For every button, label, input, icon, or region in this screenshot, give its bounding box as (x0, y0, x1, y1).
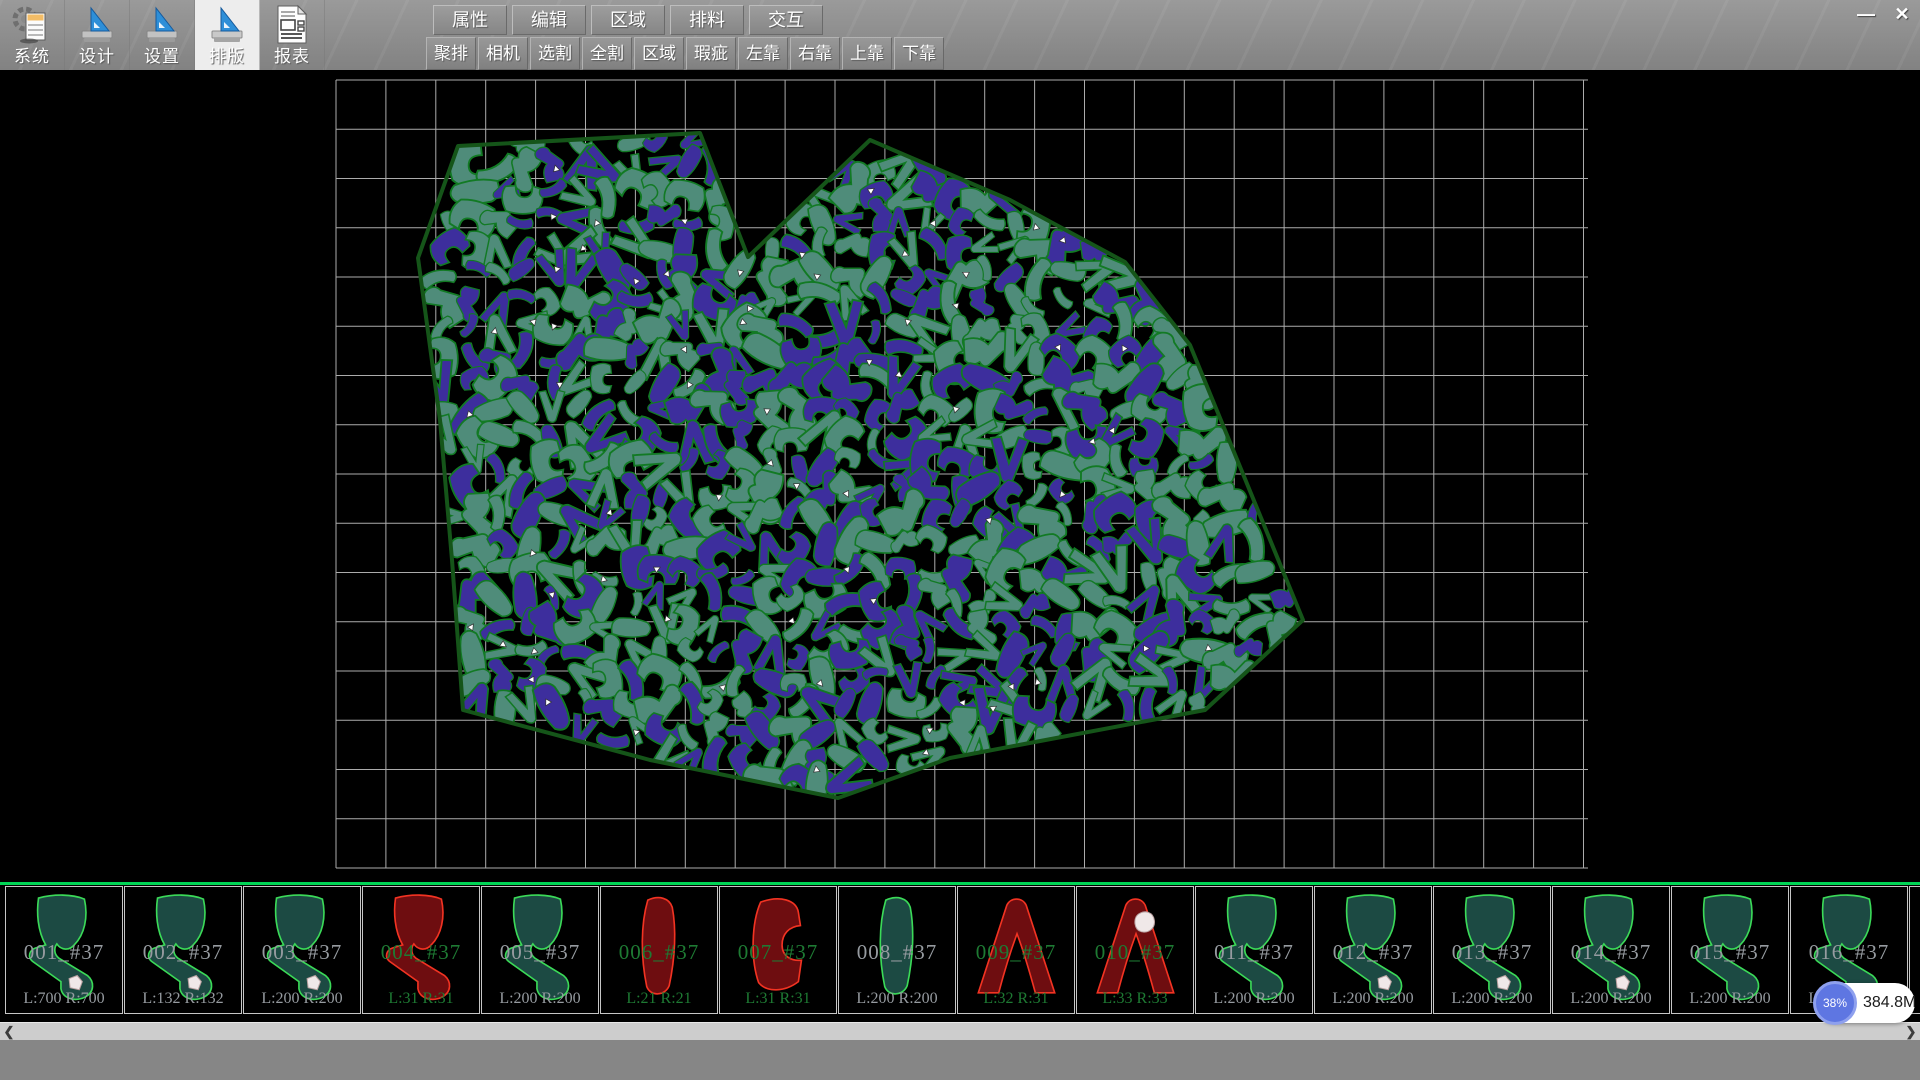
app-layout-label: 排版 (195, 42, 259, 67)
thumbnail-cell[interactable]: 014_#37 L:200 R:200 (1552, 886, 1670, 1014)
piece-lr-count: L:31 R:31 (363, 990, 479, 1008)
piece-name: 009_#37 (958, 940, 1074, 965)
thumbnail-cell[interactable]: 005_#37 L:200 R:200 (481, 886, 599, 1014)
menu-region[interactable]: 区域 (591, 5, 665, 35)
app-settings-label: 设置 (130, 42, 194, 67)
tool-align-bottom[interactable]: 下靠 (894, 37, 944, 70)
nesting-app-window: 系统 设计 (0, 0, 1920, 1080)
thumbnail-cell[interactable]: 006_#37 L:21 R:21 (600, 886, 718, 1014)
piece-name: 006_#37 (601, 940, 717, 965)
tool-bar: 聚排 相机 选割 全割 区域 瑕疵 左靠 右靠 上靠 下靠 (426, 37, 944, 70)
app-mode-buttons: 系统 设计 (0, 0, 325, 70)
piece-lr-count: L:132 R:132 (125, 990, 241, 1008)
menu-edit[interactable]: 编辑 (512, 5, 586, 35)
piece-name: 007_#37 (720, 940, 836, 965)
thumbnail-cell[interactable]: 001_#37 L:700 R:700 (5, 886, 123, 1014)
thumbnail-cell[interactable]: 013_#37 L:200 R:200 (1433, 886, 1551, 1014)
scroll-left-arrow-icon[interactable]: ❮ (0, 1023, 18, 1041)
thumbnail-cell[interactable]: 009_#37 L:32 R:31 (957, 886, 1075, 1014)
piece-lr-count: L:200 R:200 (839, 990, 955, 1008)
tool-cut-all[interactable]: 全割 (582, 37, 632, 70)
tool-camera[interactable]: 相机 (478, 37, 528, 70)
menu-interact[interactable]: 交互 (749, 5, 823, 35)
thumbnail-cell[interactable]: 008_#37 L:200 R:200 (838, 886, 956, 1014)
piece-name: 011_#37 (1196, 940, 1312, 965)
app-design-button[interactable]: 设计 (65, 0, 130, 70)
app-design-label: 设计 (65, 42, 129, 67)
app-system-label: 系统 (0, 42, 64, 67)
window-controls: — ✕ (1850, 2, 1918, 28)
menu-nesting[interactable]: 排料 (670, 5, 744, 35)
piece-name: 0 (1910, 940, 1920, 965)
piece-lr-count: L:700 R:700 (6, 990, 122, 1008)
piece-lr-count: L:200 R:200 (1553, 990, 1669, 1008)
status-badge[interactable]: 38% 384.8M (1815, 983, 1915, 1023)
nesting-canvas-svg[interactable] (0, 70, 1920, 882)
tool-select-cut[interactable]: 选割 (530, 37, 580, 70)
piece-lr-count: L:31 R:31 (720, 990, 836, 1008)
piece-name: 013_#37 (1434, 940, 1550, 965)
titlebar: 系统 设计 (0, 0, 1920, 71)
piece-name: 005_#37 (482, 940, 598, 965)
minimize-button[interactable]: — (1850, 2, 1882, 28)
piece-lr-count: L:200 R:200 (482, 990, 598, 1008)
app-system-button[interactable]: 系统 (0, 0, 65, 70)
piece-name: 004_#37 (363, 940, 479, 965)
bottom-status-area (0, 1040, 1920, 1080)
piece-lr-count: L:33 R:33 (1077, 990, 1193, 1008)
thumbnail-cell[interactable]: 010_#37 L:33 R:33 (1076, 886, 1194, 1014)
piece-name: 016_#37 (1791, 940, 1907, 965)
thumbnail-cell[interactable]: 015_#37 L:200 R:200 (1671, 886, 1789, 1014)
thumbnail-cell[interactable]: 002_#37 L:132 R:132 (124, 886, 242, 1014)
thumbnail-cell[interactable]: 012_#37 L:200 R:200 (1314, 886, 1432, 1014)
piece-name: 015_#37 (1672, 940, 1788, 965)
tool-align-left[interactable]: 左靠 (738, 37, 788, 70)
thumbnail-strip: 001_#37L:700 R:700002_#37L:132 R:132003_… (0, 882, 1920, 1022)
app-settings-button[interactable]: 设置 (130, 0, 195, 70)
piece-name: 008_#37 (839, 940, 955, 965)
piece-lr-count: L:200 R:200 (1672, 990, 1788, 1008)
thumbnail-cell[interactable]: 004_#37 L:31 R:31 (362, 886, 480, 1014)
app-report-button[interactable]: 报表 (260, 0, 325, 70)
piece-name: 010_#37 (1077, 940, 1193, 965)
menu-bar: 属性 编辑 区域 排料 交互 (433, 5, 823, 35)
piece-name: 014_#37 (1553, 940, 1669, 965)
piece-lr-count: L:200 R:200 (1315, 990, 1431, 1008)
tool-align-right[interactable]: 右靠 (790, 37, 840, 70)
piece-lr-count: L:21 R:21 (601, 990, 717, 1008)
piece-lr-count: L:200 R:200 (1196, 990, 1312, 1008)
app-report-label: 报表 (260, 42, 324, 67)
progress-percent-badge: 38% (1813, 981, 1857, 1025)
horizontal-scrollbar[interactable]: ❮ ❯ (0, 1022, 1920, 1040)
piece-lr-count: L:200 R:200 (244, 990, 360, 1008)
piece-name: 012_#37 (1315, 940, 1431, 965)
memory-usage-label: 384.8M (1863, 983, 1916, 1023)
piece-lr-count: L:200 R:200 (1434, 990, 1550, 1008)
tool-region[interactable]: 区域 (634, 37, 684, 70)
tool-defect[interactable]: 瑕疵 (686, 37, 736, 70)
close-button[interactable]: ✕ (1886, 2, 1918, 28)
piece-name: 001_#37 (6, 940, 122, 965)
nesting-canvas[interactable] (0, 70, 1920, 882)
piece-name: 003_#37 (244, 940, 360, 965)
scroll-right-arrow-icon[interactable]: ❯ (1902, 1023, 1920, 1041)
app-layout-button[interactable]: 排版 (195, 0, 260, 70)
thumbnail-cell[interactable]: 003_#37 L:200 R:200 (243, 886, 361, 1014)
piece-name: 002_#37 (125, 940, 241, 965)
tool-cluster-nest[interactable]: 聚排 (426, 37, 476, 70)
tool-align-top[interactable]: 上靠 (842, 37, 892, 70)
piece-lr-count: L:32 R:31 (958, 990, 1074, 1008)
menu-properties[interactable]: 属性 (433, 5, 507, 35)
thumbnail-cell[interactable]: 007_#37 L:31 R:31 (719, 886, 837, 1014)
thumbnail-cell[interactable]: 011_#37 L:200 R:200 (1195, 886, 1313, 1014)
